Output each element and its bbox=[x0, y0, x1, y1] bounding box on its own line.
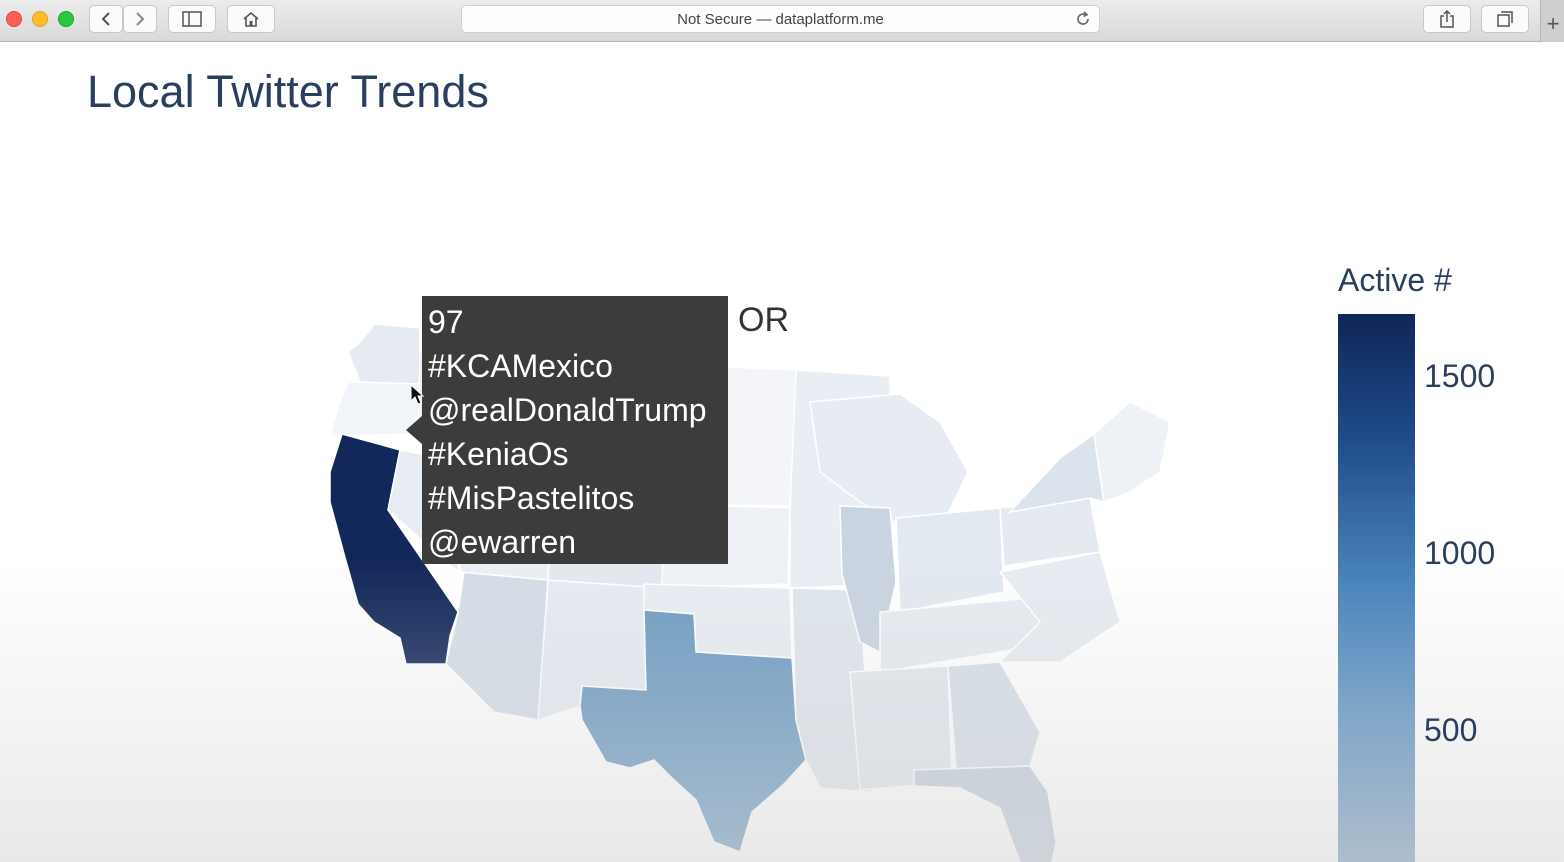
colorbar-gradient bbox=[1338, 314, 1415, 862]
colorbar-title: Active # bbox=[1338, 262, 1452, 298]
share-button[interactable] bbox=[1423, 5, 1471, 33]
sidebar-button[interactable] bbox=[168, 5, 216, 33]
tooltip-line: #KeniaOs bbox=[428, 436, 569, 472]
state-in-oh[interactable] bbox=[895, 507, 1005, 613]
plus-icon: + bbox=[1546, 11, 1560, 36]
back-button[interactable] bbox=[89, 5, 123, 33]
forward-button[interactable] bbox=[123, 5, 157, 33]
browser-toolbar: Not Secure — dataplatform.me + bbox=[0, 0, 1564, 42]
colorbar-tick-label: 1500 bbox=[1424, 358, 1496, 394]
reload-icon[interactable] bbox=[1075, 11, 1091, 27]
address-text: Not Secure — dataplatform.me bbox=[677, 11, 884, 28]
tooltip-line: @ewarren bbox=[428, 524, 577, 560]
address-bar[interactable]: Not Secure — dataplatform.me bbox=[461, 5, 1100, 33]
mouse-cursor-icon bbox=[410, 384, 425, 405]
state-fl[interactable] bbox=[913, 765, 1057, 862]
chevron-right-icon bbox=[136, 12, 145, 26]
tabs-icon bbox=[1497, 11, 1513, 27]
page-content: Local Twitter Trends 97 #KCAMexico @real… bbox=[0, 42, 1564, 862]
share-icon bbox=[1440, 10, 1454, 28]
tooltip-line: #MisPastelitos bbox=[428, 480, 635, 516]
state-ga[interactable] bbox=[947, 661, 1041, 771]
colorbar-tick-label: 500 bbox=[1424, 712, 1478, 748]
tooltip-line: @realDonaldTrump bbox=[428, 392, 707, 428]
home-button[interactable] bbox=[227, 5, 275, 33]
colorbar-tick-label: 1000 bbox=[1424, 535, 1496, 571]
zoom-window-button[interactable] bbox=[58, 11, 74, 27]
show-tabs-button[interactable] bbox=[1481, 5, 1529, 33]
tooltip-line: 97 bbox=[428, 304, 464, 340]
tooltip-line: #KCAMexico bbox=[428, 348, 613, 384]
hover-tooltip: 97 #KCAMexico @realDonaldTrump #KeniaOs … bbox=[422, 296, 728, 564]
state-wa[interactable] bbox=[347, 323, 421, 385]
close-window-button[interactable] bbox=[6, 11, 22, 27]
page-title: Local Twitter Trends bbox=[87, 66, 489, 117]
state-az[interactable] bbox=[445, 571, 549, 721]
minimize-window-button[interactable] bbox=[32, 11, 48, 27]
home-icon bbox=[243, 11, 259, 27]
sidebar-icon bbox=[182, 11, 202, 27]
tooltip-pointer bbox=[406, 416, 422, 444]
state-new-england[interactable] bbox=[1093, 401, 1171, 504]
tooltip-state-label: OR bbox=[738, 301, 789, 339]
chevron-left-icon bbox=[101, 12, 110, 26]
new-tab-button[interactable]: + bbox=[1540, 0, 1564, 42]
